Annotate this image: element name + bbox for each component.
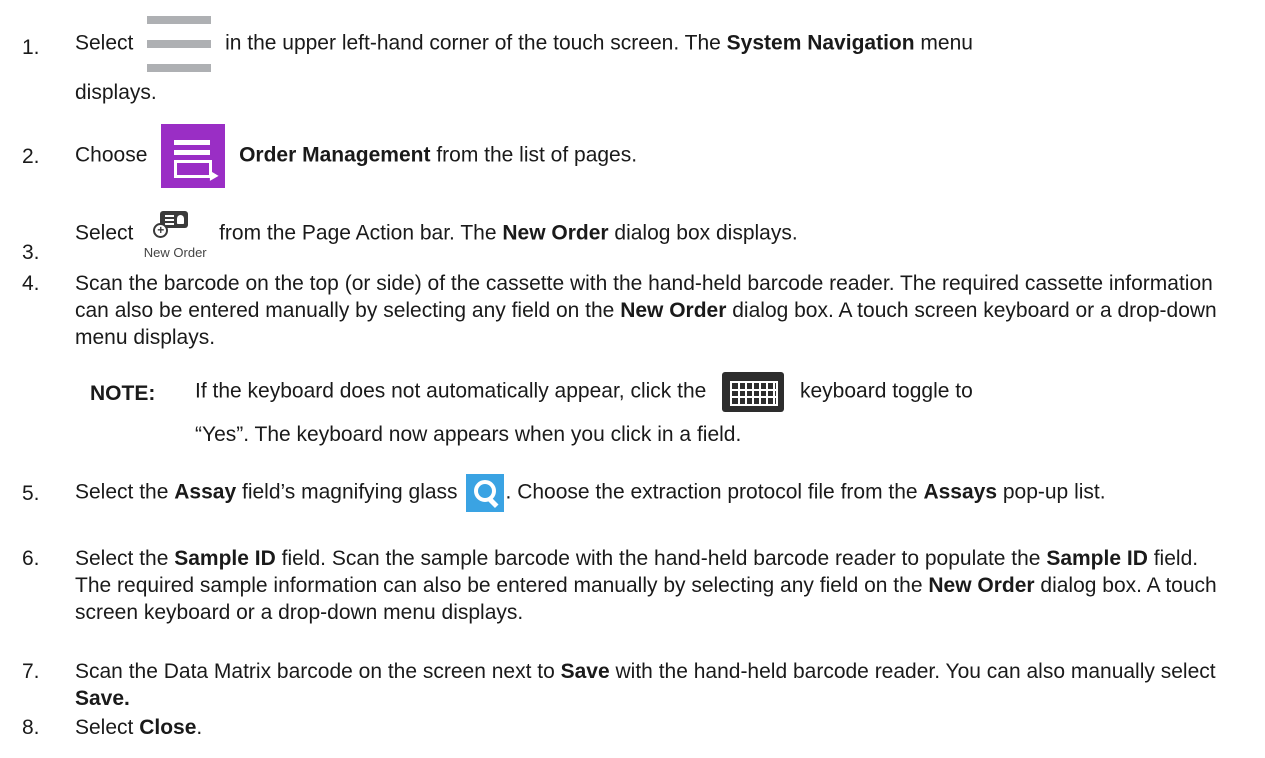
hamburger-icon: [147, 16, 212, 72]
step-number: 2.: [22, 145, 40, 168]
magnifier-icon: [465, 474, 504, 512]
step-number: 7.: [22, 660, 40, 683]
step-number: 6.: [22, 547, 40, 570]
step-text: Select in the upper left-hand corner of …: [75, 16, 1235, 106]
step-text: Choose Order Management from the list of…: [75, 124, 1235, 188]
step-text: Select the Sample ID field. Scan the sam…: [75, 547, 1217, 624]
order-management-icon: [161, 124, 226, 188]
step-text: Scan the Data Matrix barcode on the scre…: [75, 660, 1216, 710]
step-number: 5.: [22, 482, 40, 505]
step-number: 3.: [22, 241, 40, 264]
note-text: If the keyboard does not automatically a…: [195, 372, 1235, 448]
new-order-icon: + New Order: [143, 211, 207, 260]
step-number: 1.: [22, 36, 40, 59]
step-number: 4.: [22, 272, 40, 295]
step-text: Scan the barcode on the top (or side) of…: [75, 272, 1217, 349]
step-text: Select Close.: [75, 716, 203, 739]
keyboard-icon: [722, 372, 785, 412]
step-number: 8.: [22, 716, 40, 739]
step-text: Select the Assay field’s magnifying glas…: [75, 474, 1235, 512]
note-label: NOTE:: [90, 382, 156, 405]
step-text: Select + New Order from the Page Action …: [75, 211, 1235, 260]
